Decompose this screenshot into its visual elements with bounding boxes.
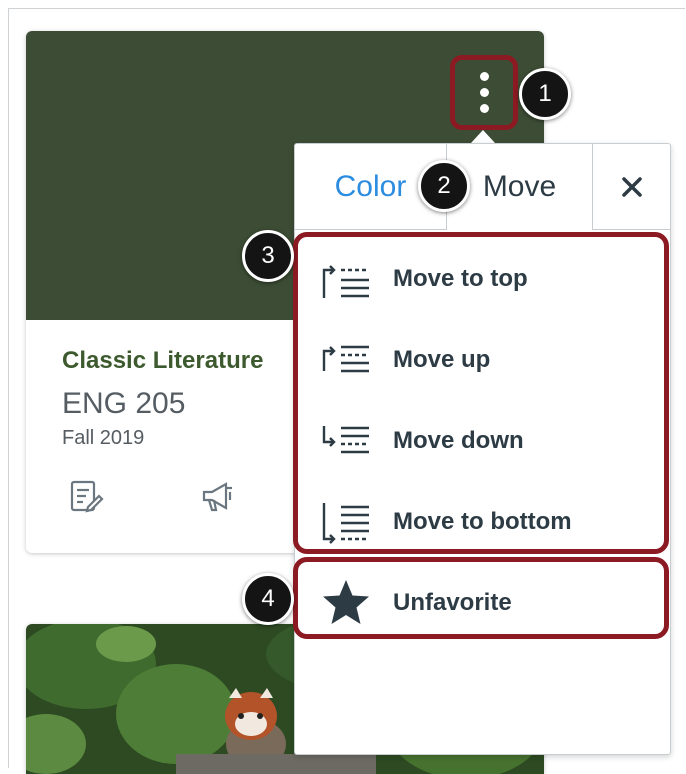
callout-badge-4: 4 (242, 573, 294, 625)
kebab-dot (479, 104, 489, 113)
course-name[interactable]: Classic Literature (62, 347, 263, 375)
callout-badge-3: 3 (242, 230, 294, 282)
unfavorite-highlight (293, 557, 669, 639)
course-options-button[interactable] (450, 55, 518, 130)
course-code: ENG 205 (62, 387, 186, 420)
popover-arrow (471, 130, 495, 143)
course-term: Fall 2019 (62, 427, 145, 449)
move-options-highlight (293, 232, 669, 554)
assignments-icon[interactable] (66, 477, 106, 517)
callout-badge-2: 2 (418, 160, 470, 212)
close-icon (622, 176, 642, 197)
announcements-icon[interactable] (198, 477, 238, 517)
close-button[interactable] (592, 144, 671, 230)
callout-badge-1: 1 (519, 68, 571, 120)
kebab-dot (479, 72, 489, 81)
kebab-dot (479, 88, 489, 97)
